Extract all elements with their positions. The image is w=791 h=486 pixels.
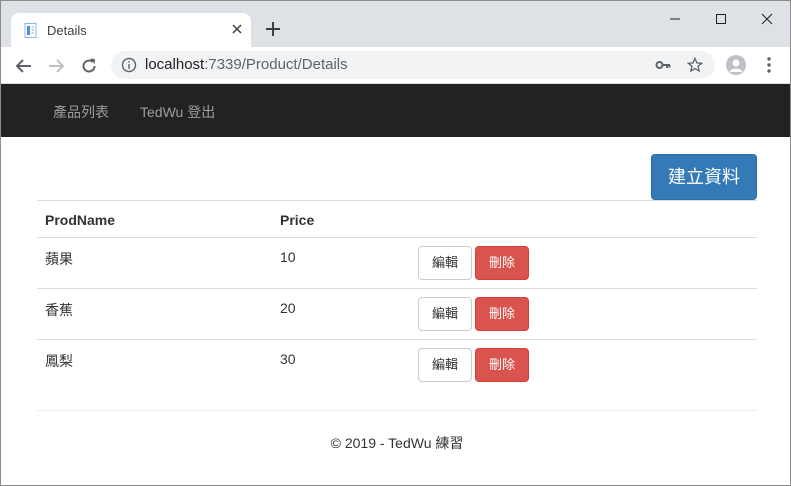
reload-icon[interactable]: [79, 56, 99, 76]
delete-button[interactable]: 刪除: [475, 297, 529, 331]
key-icon[interactable]: [655, 57, 671, 73]
table-row: 蘋果 10 編輯 刪除: [37, 237, 757, 288]
forward-icon[interactable]: [46, 56, 66, 76]
browser-window: Details localhost:7339/Product/Details 產…: [0, 0, 791, 486]
product-name: 蘋果: [45, 251, 73, 267]
address-bar[interactable]: localhost:7339/Product/Details: [111, 51, 715, 79]
browser-toolbar: localhost:7339/Product/Details: [1, 47, 790, 84]
profile-avatar-icon[interactable]: [726, 55, 746, 75]
new-tab-icon[interactable]: [263, 19, 283, 39]
edit-button[interactable]: 編輯: [418, 246, 472, 280]
menu-dots-icon[interactable]: [759, 55, 779, 75]
product-name: 香蕉: [45, 302, 73, 318]
table-header-row: ProdName Price: [37, 200, 757, 237]
product-name: 鳳梨: [45, 353, 73, 369]
table-row: 鳳梨 30 編輯 刪除: [37, 339, 757, 390]
maximize-icon[interactable]: [711, 9, 731, 29]
url-text[interactable]: localhost:7339/Product/Details: [145, 56, 348, 73]
product-table: ProdName Price 蘋果 10 編輯 刪除 香蕉 20 編輯 刪除 鳳…: [37, 200, 757, 390]
create-button[interactable]: 建立資料: [651, 154, 757, 200]
url-path: :7339/Product/Details: [204, 56, 348, 73]
product-price: 20: [280, 300, 296, 316]
back-icon[interactable]: [14, 56, 34, 76]
footer-divider: [37, 410, 757, 411]
minimize-icon[interactable]: [665, 9, 685, 29]
url-host: localhost: [145, 56, 205, 73]
nav-link-product-list[interactable]: 產品列表: [53, 102, 109, 122]
star-icon[interactable]: [686, 56, 704, 73]
product-price: 10: [280, 249, 296, 265]
info-icon[interactable]: [121, 57, 137, 73]
edit-button[interactable]: 編輯: [418, 297, 472, 331]
close-window-icon[interactable]: [757, 9, 777, 29]
table-row: 香蕉 20 編輯 刪除: [37, 288, 757, 339]
nav-link-logout[interactable]: TedWu 登出: [140, 102, 215, 122]
delete-button[interactable]: 刪除: [475, 246, 529, 280]
browser-tab[interactable]: Details: [11, 13, 251, 47]
page-icon: [24, 23, 38, 38]
column-header-prodname: ProdName: [45, 212, 116, 228]
site-navbar: 產品列表 TedWu 登出: [1, 84, 790, 137]
edit-button[interactable]: 編輯: [418, 348, 472, 382]
close-tab-icon[interactable]: [229, 21, 245, 37]
tab-title: Details: [47, 23, 87, 38]
column-header-price: Price: [280, 212, 315, 228]
tab-strip: Details: [1, 1, 790, 47]
page-footer: © 2019 - TedWu 練習: [330, 435, 464, 451]
product-price: 30: [280, 351, 296, 367]
delete-button[interactable]: 刪除: [475, 348, 529, 382]
